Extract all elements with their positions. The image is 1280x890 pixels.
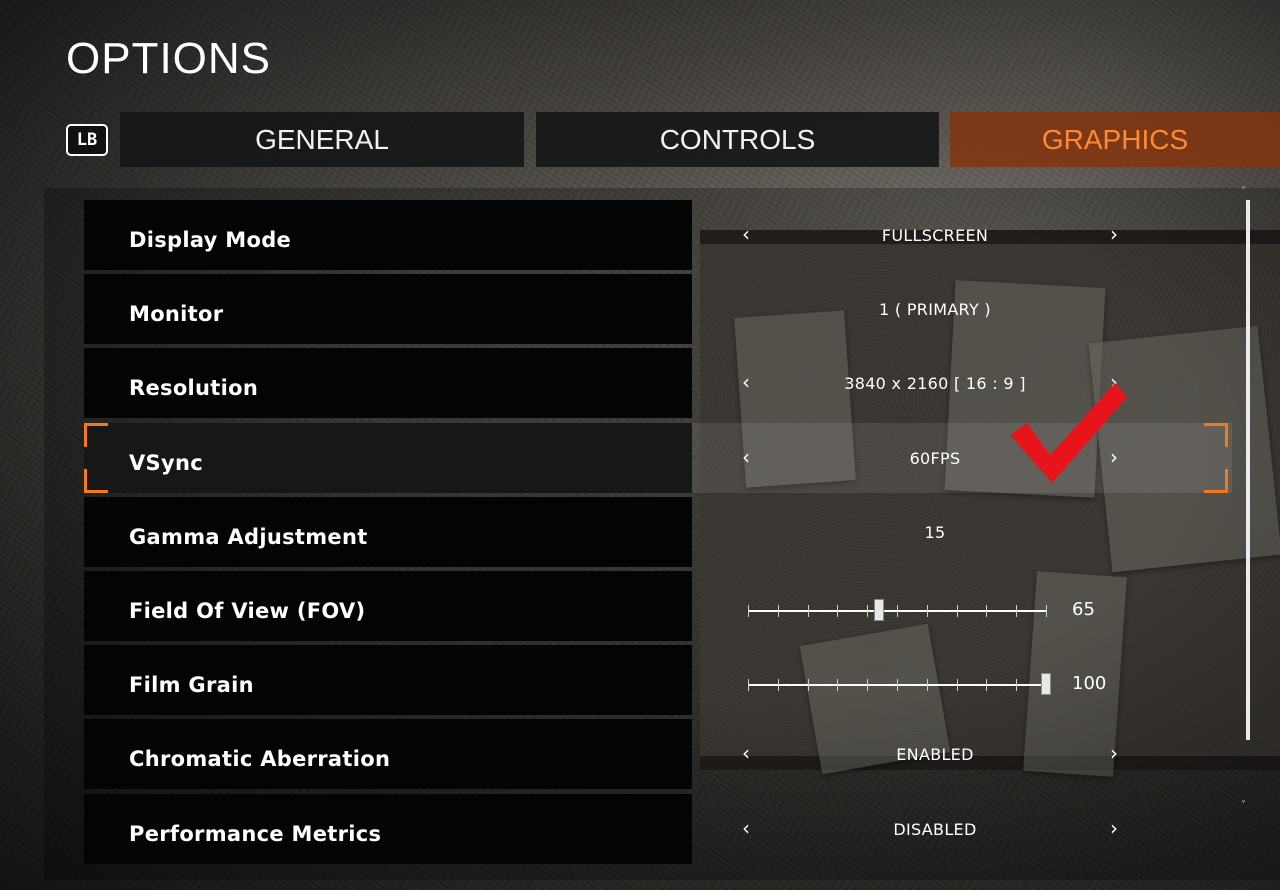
option-label: Performance Metrics xyxy=(84,794,692,864)
tab-graphics[interactable]: GRAPHICS xyxy=(950,112,1280,167)
option-label: Display Mode xyxy=(84,200,692,270)
option-label: Resolution xyxy=(84,348,692,418)
slider-tick xyxy=(926,605,928,617)
chevron-right-icon[interactable]: › xyxy=(1110,816,1118,840)
option-label: Chromatic Aberration xyxy=(84,719,692,789)
slider-tick xyxy=(1016,605,1018,617)
selection-bracket xyxy=(84,469,108,493)
film-grain-slider-track[interactable] xyxy=(748,673,1051,695)
option-value: FULLSCREEN xyxy=(881,226,989,245)
option-row-field-of-view[interactable]: Field Of View (FOV) 65 xyxy=(84,571,1234,641)
scrollbar[interactable] xyxy=(1246,200,1250,740)
chevron-left-icon[interactable]: ‹ xyxy=(742,370,750,394)
chevron-left-icon[interactable]: ‹ xyxy=(742,816,750,840)
slider-tick xyxy=(807,679,809,691)
slider-tick xyxy=(986,679,988,691)
slider-tick xyxy=(897,679,898,691)
chevron-left-icon[interactable]: ‹ xyxy=(742,741,750,765)
fov-slider-track[interactable] xyxy=(748,599,1047,621)
option-row-display-mode[interactable]: Display Mode ‹ FULLSCREEN › xyxy=(84,200,1234,270)
option-row-performance-metrics[interactable]: Performance Metrics ‹ DISABLED › xyxy=(84,794,1234,864)
option-label: Monitor xyxy=(84,274,692,344)
option-row-monitor[interactable]: Monitor 1 ( PRIMARY ) xyxy=(84,274,1234,344)
chevron-left-icon[interactable]: ‹ xyxy=(742,222,750,246)
slider-tick xyxy=(1046,605,1047,617)
option-row-chromatic-aberration[interactable]: Chromatic Aberration ‹ ENABLED › xyxy=(84,719,1234,789)
film-grain-slider-thumb[interactable] xyxy=(1041,673,1051,695)
lb-bumper-icon[interactable]: LB xyxy=(66,124,108,156)
slider-tick xyxy=(748,679,749,691)
option-value: DISABLED xyxy=(893,820,977,839)
fov-slider-thumb[interactable] xyxy=(874,599,885,621)
slider-tick xyxy=(956,605,958,617)
slider-tick xyxy=(837,679,839,691)
slider-value: 100 xyxy=(1072,673,1107,694)
slider-tick xyxy=(777,605,779,617)
option-label: Film Grain xyxy=(84,645,692,715)
slider-tick xyxy=(867,679,869,691)
option-value: ENABLED xyxy=(896,745,974,764)
option-label: Field Of View (FOV) xyxy=(84,571,692,641)
red-checkmark-icon xyxy=(1010,383,1127,483)
slider-tick xyxy=(897,605,898,617)
slider-tick xyxy=(1016,679,1018,691)
slider-tick xyxy=(807,605,809,617)
option-value: 1 ( PRIMARY ) xyxy=(879,300,991,319)
scroll-down-icon[interactable]: ˅ xyxy=(1241,800,1246,811)
option-value-area xyxy=(692,571,1232,641)
slider-value: 65 xyxy=(1072,599,1095,620)
option-row-film-grain[interactable]: Film Grain 100 xyxy=(84,645,1234,715)
tab-controls[interactable]: CONTROLS xyxy=(536,112,939,167)
scroll-up-icon[interactable]: ˄ xyxy=(1241,186,1246,197)
slider-tick xyxy=(867,605,869,617)
slider-tick xyxy=(926,679,928,691)
selection-bracket xyxy=(1204,423,1228,447)
tab-general[interactable]: GENERAL xyxy=(120,112,524,167)
selection-bracket xyxy=(84,423,108,447)
option-value: 15 xyxy=(924,523,946,542)
slider-tick xyxy=(777,679,779,691)
page-title: OPTIONS xyxy=(66,34,272,83)
chevron-right-icon[interactable]: › xyxy=(1110,741,1118,765)
chevron-right-icon[interactable]: › xyxy=(1110,222,1118,246)
option-label: Gamma Adjustment xyxy=(84,497,692,567)
selection-bracket xyxy=(1204,469,1228,493)
slider-tick xyxy=(986,605,988,617)
slider-tick xyxy=(956,679,958,691)
option-value-area xyxy=(692,645,1232,715)
slider-tick xyxy=(837,605,839,617)
slider-tick xyxy=(748,605,749,617)
option-row-gamma-adjustment[interactable]: Gamma Adjustment 15 xyxy=(84,497,1234,567)
